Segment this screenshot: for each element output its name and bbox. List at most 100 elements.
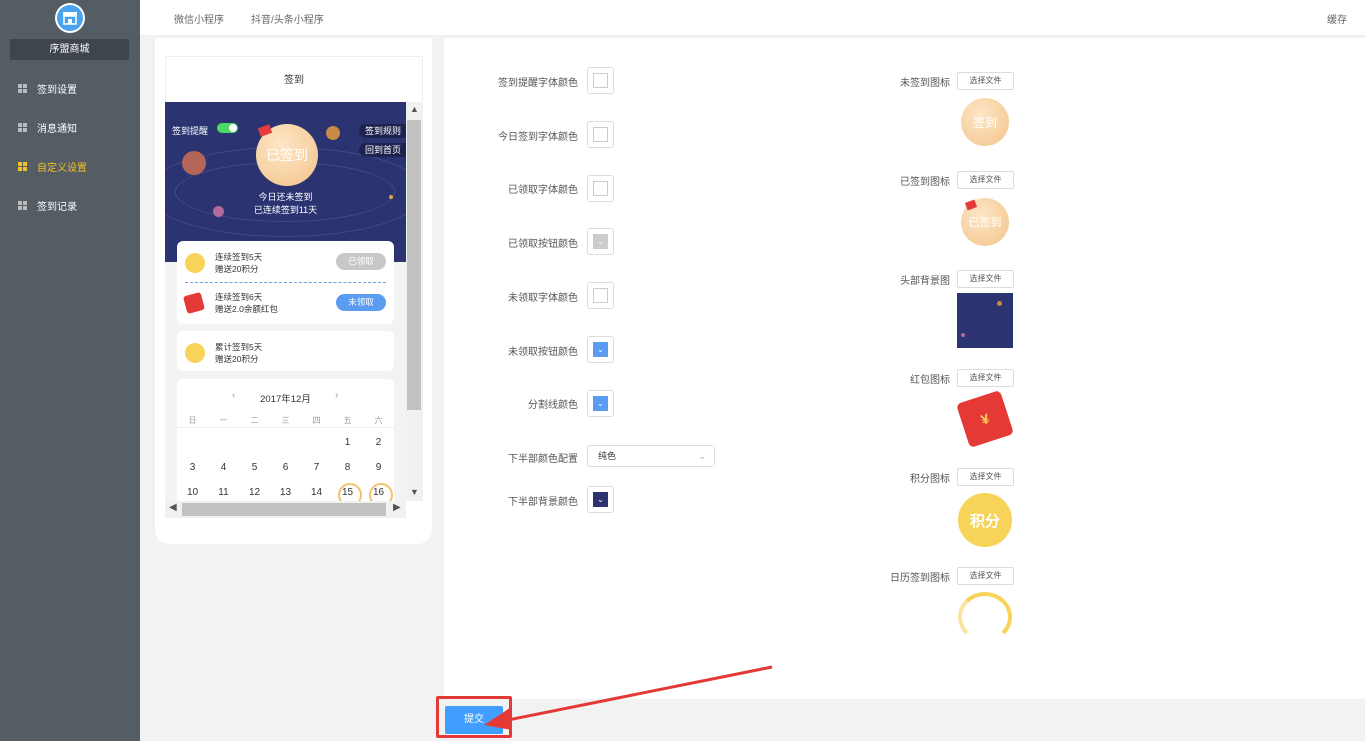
calendar-row: 3456789	[177, 462, 394, 473]
reward-desc: 赠送2.0余额红包	[215, 304, 278, 314]
choose-file-button[interactable]: 选择文件	[957, 171, 1014, 189]
grid-icon	[18, 162, 27, 171]
color-picker[interactable]: ⌄	[587, 336, 614, 363]
calendar-day[interactable]: 6	[270, 462, 301, 473]
icon-text: ¥	[978, 410, 992, 428]
reward-desc: 赠送20积分	[215, 354, 259, 364]
field-label: 签到提醒字体颜色	[498, 78, 578, 89]
today-status: 今日还未签到	[258, 192, 313, 202]
planet-decoration	[326, 126, 340, 140]
color-swatch	[593, 181, 608, 196]
calendar-day[interactable]: 2	[363, 437, 394, 448]
next-month-icon[interactable]: ›	[335, 390, 338, 401]
calendar-row: 10 11 12 13 14 15 16	[177, 482, 394, 501]
calendar-card: ‹ 2017年12月 › 日一二三四五六 12 3456789 10 11 12 13…	[177, 379, 394, 501]
color-picker[interactable]	[587, 282, 614, 309]
signed-badge-text: 已签到	[266, 147, 308, 163]
calendar-day[interactable]: 12	[239, 487, 270, 498]
unsigned-icon-preview: 签到	[961, 98, 1009, 146]
color-picker[interactable]	[587, 121, 614, 148]
bottom-color-mode-select[interactable]: 纯色 ⌄	[587, 445, 715, 467]
field-label: 红包图标	[910, 375, 950, 386]
field-label: 分割线颜色	[528, 400, 578, 411]
tab-douyin-miniprogram[interactable]: 抖音/头条小程序	[251, 11, 324, 26]
grid-icon	[18, 84, 27, 93]
field-label: 日历签到图标	[890, 573, 950, 584]
sidebar-item-label: 签到记录	[37, 202, 77, 213]
claim-button[interactable]: 未领取	[336, 294, 386, 311]
calendar-checkin-icon-preview	[958, 592, 1012, 642]
scroll-thumb[interactable]	[182, 503, 386, 516]
coin-icon	[185, 253, 205, 273]
choose-file-button[interactable]: 选择文件	[957, 270, 1014, 288]
choose-file-button[interactable]: 选择文件	[957, 72, 1014, 90]
home-button[interactable]: 回到首页	[358, 143, 406, 157]
color-picker[interactable]: ⌄	[587, 486, 614, 513]
color-swatch	[593, 288, 608, 303]
choose-file-button[interactable]: 选择文件	[957, 468, 1014, 486]
rule-button[interactable]: 签到规则	[358, 124, 406, 138]
remind-toggle[interactable]	[217, 123, 238, 133]
calendar-day[interactable]: 10	[177, 487, 208, 498]
calendar-day[interactable]: 3	[177, 462, 208, 473]
calendar-day-signed[interactable]: 15	[332, 482, 363, 501]
field-label: 头部背景图	[900, 276, 950, 287]
reward-title: 连续签到5天	[215, 252, 263, 262]
calendar-day[interactable]: 1	[332, 437, 363, 448]
grid-icon	[18, 201, 27, 210]
cache-link[interactable]: 缓存	[1327, 11, 1347, 26]
color-swatch	[593, 127, 608, 142]
calendar-day[interactable]: 14	[301, 487, 332, 498]
chevron-down-icon: ⌄	[698, 451, 706, 461]
color-swatch: ⌄	[593, 342, 608, 357]
grid-icon	[18, 123, 27, 132]
horizontal-scrollbar[interactable]: ◀ ▶	[165, 501, 406, 518]
claimed-button[interactable]: 已领取	[336, 253, 386, 270]
tab-wechat-miniprogram[interactable]: 微信小程序	[174, 11, 224, 26]
calendar-day[interactable]: 11	[208, 487, 239, 498]
choose-file-button[interactable]: 选择文件	[957, 369, 1014, 387]
calendar-day[interactable]: 7	[301, 462, 332, 473]
header-background-preview	[957, 293, 1013, 348]
color-swatch: ⌄	[593, 234, 608, 249]
calendar-day[interactable]: 9	[363, 462, 394, 473]
vertical-scrollbar[interactable]: ▲ ▼	[406, 102, 423, 501]
color-picker[interactable]	[587, 67, 614, 94]
color-picker[interactable]: ⌄	[587, 228, 614, 255]
color-picker[interactable]: ⌄	[587, 390, 614, 417]
calendar-month: 2017年12月	[260, 394, 311, 405]
reward-row: 连续签到5天 赠送20积分	[185, 251, 262, 275]
calendar-day[interactable]: 13	[270, 487, 301, 498]
sidebar-item-checkin-records[interactable]: 签到记录	[0, 186, 140, 225]
color-picker[interactable]	[587, 175, 614, 202]
reward-desc: 赠送20积分	[215, 264, 259, 274]
calendar-day[interactable]: 5	[239, 462, 270, 473]
scroll-down-icon[interactable]: ▼	[406, 487, 423, 497]
sidebar-item-custom-settings[interactable]: 自定义设置	[0, 147, 140, 186]
preview-panel: 签到 签到提醒 签到规则 回到首页 已签到 今日还未签到 已连续签到11天 连续…	[155, 38, 432, 544]
choose-file-button[interactable]: 选择文件	[957, 567, 1014, 585]
calendar-row: 12	[177, 437, 394, 448]
sidebar-item-notifications[interactable]: 消息通知	[0, 108, 140, 147]
scroll-right-icon[interactable]: ▶	[393, 502, 401, 513]
calendar-day[interactable]: 4	[208, 462, 239, 473]
field-label: 已领取字体颜色	[508, 185, 578, 196]
scroll-thumb[interactable]	[407, 120, 421, 410]
field-label: 已签到图标	[900, 177, 950, 188]
sidebar-item-label: 签到设置	[37, 85, 77, 96]
arrow-annotation	[484, 665, 773, 730]
red-packet-icon-preview: ¥	[956, 390, 1014, 448]
scroll-up-icon[interactable]: ▲	[406, 104, 423, 114]
sidebar-item-checkin-settings[interactable]: 签到设置	[0, 69, 140, 108]
icon-text: 已签到	[968, 217, 1002, 229]
icon-text: 签到	[972, 115, 997, 130]
sidebar: 序盟商城 签到设置 消息通知 自定义设置 签到记录	[0, 0, 140, 741]
reward-row: 连续签到6天 赠送2.0余额红包	[182, 291, 278, 315]
field-label: 未领取字体颜色	[508, 293, 578, 304]
scroll-left-icon[interactable]: ◀	[169, 502, 177, 513]
coin-icon	[185, 343, 205, 363]
storefront-icon	[57, 5, 83, 31]
calendar-day-signed[interactable]: 16	[363, 482, 394, 501]
calendar-day[interactable]: 8	[332, 462, 363, 473]
reward-row: 累计签到5天 赠送20积分	[185, 341, 262, 365]
